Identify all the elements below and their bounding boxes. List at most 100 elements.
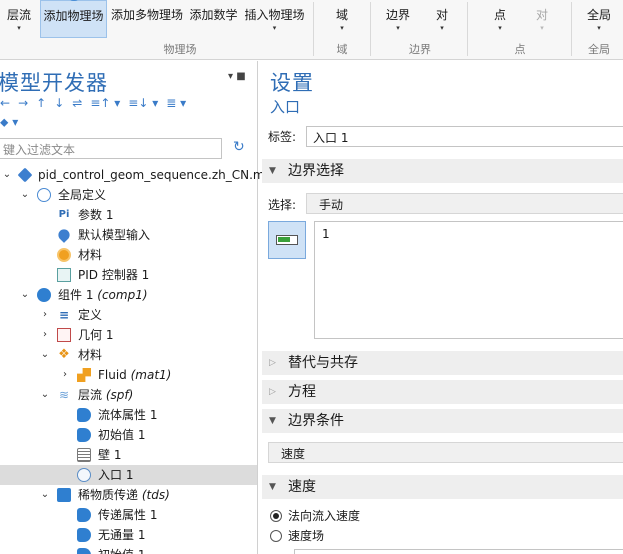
radio-label: 速度场 (288, 529, 325, 543)
chevron-down-icon: ▾ (540, 24, 544, 32)
selection-dropdown[interactable]: 手动 (306, 193, 623, 214)
refresh-icon[interactable]: ↻ (233, 140, 247, 154)
tree-item-label: PID 控制器 1 (78, 268, 150, 282)
forward-arrow-icon[interactable]: → (18, 96, 28, 110)
radio-unselected-icon (270, 530, 282, 542)
tree-item-dilute-species[interactable]: ⌄ 稀物质传递 (tds) (0, 485, 257, 505)
point-pair-label: 对 (535, 8, 548, 22)
tree-item-component[interactable]: ⌄ 组件 1 (comp1) (0, 285, 257, 305)
ribbon-divider (313, 2, 314, 56)
laminar-flow-icon: ≋ (58, 388, 70, 402)
chevron-down-icon[interactable]: ⌄ (20, 285, 30, 305)
model-toolbar-icon[interactable]: ⬥ ▾ (0, 115, 18, 130)
tree-item-global-definitions[interactable]: ⌄ 全局定义 (0, 185, 257, 205)
laminar-flow-button[interactable]: 层流 ▾ (0, 0, 38, 40)
tree-item-label: 流体属性 1 (98, 408, 158, 422)
tree-item-definitions[interactable]: › ≡ 定义 (0, 305, 257, 325)
tree-item-fluid-properties[interactable]: 流体属性 1 (0, 405, 257, 425)
radio-label: 法向流入速度 (288, 509, 361, 523)
ribbon-divider (571, 2, 572, 56)
tree-item-wall[interactable]: 壁 1 (0, 445, 257, 465)
tree-item-inlet[interactable]: 入口 1 (0, 465, 257, 485)
global-button[interactable]: 全局 ▾ (583, 0, 615, 40)
tree-item-label: Fluid (mat1) (98, 368, 172, 382)
domain-button[interactable]: 域 ▾ (326, 0, 358, 40)
tree-item-laminar-flow[interactable]: ⌄ ≋ 层流 (spf) (0, 385, 257, 405)
add-physics-button[interactable]: 添加物理场 (40, 0, 107, 38)
transport-properties-icon (77, 508, 91, 522)
add-multiphysics-button[interactable]: 添加多物理场 (109, 0, 185, 40)
model-builder-toolbar: ← → ↑ ↓ ⇌ ≡↑ ▾ ≡↓ ▾ ≣ ▾ (0, 96, 194, 114)
section-title: 方程 (288, 384, 316, 400)
label-field[interactable]: 入口 1 (306, 126, 623, 147)
tree-item-global-materials[interactable]: 材料 (0, 245, 257, 265)
boundary-button[interactable]: 边界 ▾ (382, 0, 414, 40)
add-physics-icon (68, 0, 79, 1)
pair-button[interactable]: 对 ▾ (428, 0, 456, 40)
tree-item-parameters[interactable]: Pi 参数 1 (0, 205, 257, 225)
back-arrow-icon[interactable]: ← (0, 96, 10, 110)
active-selection-toggle-button[interactable] (268, 221, 306, 259)
fluid-material-icon (77, 368, 91, 382)
add-math-button[interactable]: 添加数学 (187, 0, 240, 40)
add-physics-label: 添加物理场 (43, 9, 104, 23)
point-label: 点 (493, 8, 506, 22)
geometry-icon (57, 328, 71, 342)
settings-subtitle: 入口 (270, 98, 301, 116)
section-velocity[interactable]: ▼ 速度 (262, 475, 623, 499)
tree-item-label: 默认模型输入 (78, 228, 151, 242)
move-up-icon[interactable]: ↑ (36, 96, 46, 110)
app-window: 层流 ▾ 添加物理场 添加多物理场 添加数学 插入物理场 ▾ 物理场 域 ▾ 域… (0, 0, 623, 554)
tree-filter-input[interactable]: 键入过滤文本 (0, 138, 222, 159)
chevron-down-icon[interactable]: ⌄ (40, 385, 50, 405)
tree-item-geometry[interactable]: › 几何 1 (0, 325, 257, 345)
tree-item-no-flux[interactable]: 无通量 1 (0, 525, 257, 545)
section-title: 边界条件 (288, 413, 344, 429)
tree-item-root[interactable]: ⌄ pid_control_geom_sequence.zh_CN.m (0, 165, 265, 185)
panel-menu-pin-icon[interactable]: ▾ ■ (228, 71, 246, 82)
chevron-down-icon[interactable]: ⌄ (40, 485, 50, 505)
chevron-down-icon[interactable]: ⌄ (2, 165, 12, 185)
section-title: 替代与共存 (288, 355, 358, 371)
section-boundary-condition[interactable]: ▼ 边界条件 (262, 409, 623, 433)
model-icon (17, 167, 33, 183)
section-expanded-icon: ▼ (269, 482, 276, 492)
expand-sections-icon[interactable]: ≡↑ ▾ (90, 96, 120, 110)
tree-item-materials[interactable]: ⌄ ❖ 材料 (0, 345, 257, 365)
chevron-down-icon[interactable]: ⌄ (40, 345, 50, 365)
tree-item-fluid[interactable]: › Fluid (mat1) (0, 365, 257, 385)
chevron-down-icon[interactable]: ⌄ (20, 185, 30, 205)
tree-item-default-model-inputs[interactable]: 默认模型输入 (0, 225, 257, 245)
tree-item-initial-values-tds[interactable]: 初始值 1 (0, 545, 257, 554)
section-equation[interactable]: ▷ 方程 (262, 380, 623, 404)
tree-item-transport-properties[interactable]: 传递属性 1 (0, 505, 257, 525)
show-menu-icon[interactable]: ≣ ▾ (166, 96, 186, 110)
boundary-condition-dropdown[interactable]: 速度 (268, 442, 623, 463)
chevron-down-icon: ▾ (440, 24, 444, 32)
chevron-right-icon[interactable]: › (40, 325, 50, 345)
link-icon[interactable]: ⇌ (72, 96, 82, 110)
add-multiphysics-label: 添加多物理场 (110, 8, 183, 22)
insert-physics-label: 插入物理场 (244, 8, 305, 22)
group-physics-label: 物理场 (163, 43, 197, 56)
insert-physics-button[interactable]: 插入物理场 ▾ (243, 0, 306, 40)
section-boundary-selection[interactable]: ▼ 边界选择 (262, 159, 623, 183)
chevron-right-icon[interactable]: › (40, 305, 50, 325)
material-icon (57, 248, 71, 262)
velocity-input-field[interactable] (294, 549, 623, 554)
group-global-label: 全局 (588, 43, 610, 56)
tree-item-pid-controller[interactable]: PID 控制器 1 (0, 265, 257, 285)
initial-values-icon (77, 428, 91, 442)
section-override-coexistence[interactable]: ▷ 替代与共存 (262, 351, 623, 375)
collapse-sections-icon[interactable]: ≡↓ ▾ (128, 96, 158, 110)
model-builder-title: 模型开发器 (0, 71, 108, 95)
tree-item-label: 参数 1 (78, 208, 114, 222)
move-down-icon[interactable]: ↓ (54, 96, 64, 110)
chevron-right-icon[interactable]: › (60, 365, 70, 385)
tree-item-initial-values[interactable]: 初始值 1 (0, 425, 257, 445)
point-button[interactable]: 点 ▾ (484, 0, 516, 40)
selection-list[interactable]: 1 (314, 221, 623, 339)
point-pair-button[interactable]: 对 ▾ (528, 0, 556, 40)
selection-list-item[interactable]: 1 (322, 227, 623, 241)
boundary-label: 边界 (385, 8, 410, 22)
